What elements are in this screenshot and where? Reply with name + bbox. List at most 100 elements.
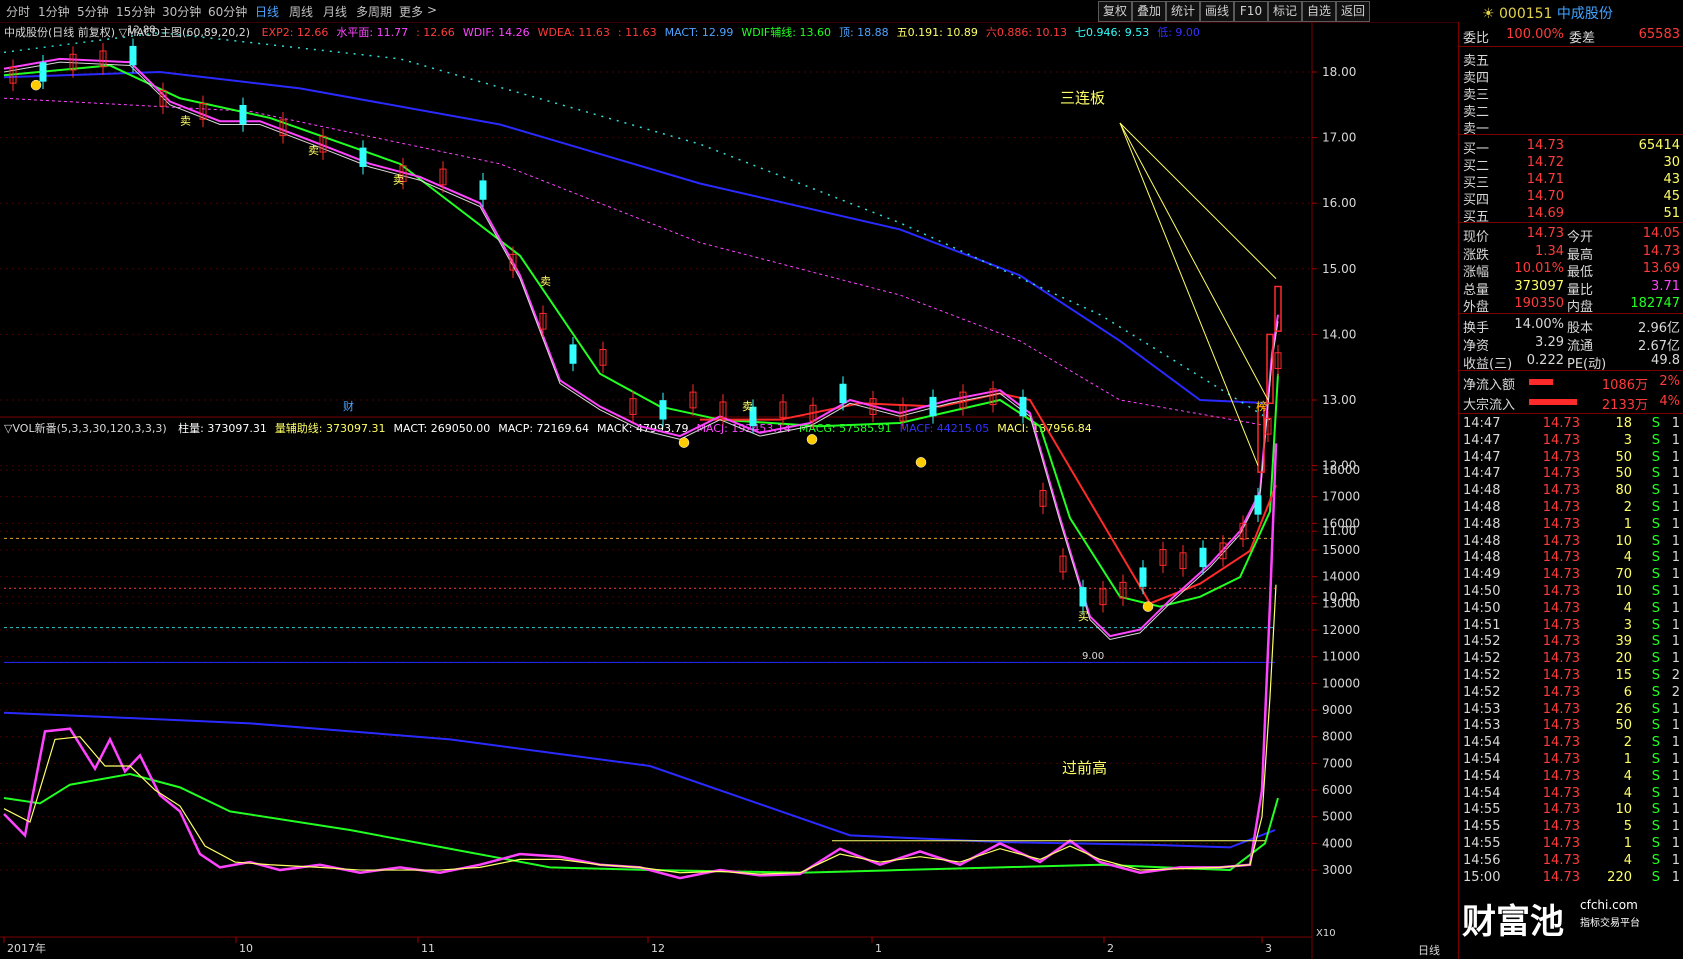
tick-time: 14:50 [1463, 584, 1501, 599]
tick-volume: 10 [1615, 802, 1632, 818]
tick-price: 14.73 [1542, 768, 1580, 784]
tick-count: 1 [1671, 634, 1680, 650]
tick-price: 14.73 [1542, 584, 1580, 599]
tick-count: 1 [1671, 819, 1680, 835]
tick-side: S [1651, 416, 1660, 431]
tick-volume: 10 [1615, 533, 1632, 549]
buy-coin-icon [30, 79, 42, 91]
tick-price: 14.73 [1542, 668, 1580, 683]
bid-price: 14.70 [1526, 189, 1564, 204]
stat-row: 涨跌 1.34 最高 14.73 [1459, 243, 1683, 263]
toolbar-button-4[interactable]: F10 [1234, 1, 1268, 22]
ma-magenta-dashed [3, 97, 1271, 427]
period-7[interactable]: 周线 [289, 3, 313, 20]
tick-time: 14:51 [1463, 617, 1501, 633]
bid-volume: 65414 [1638, 138, 1680, 153]
tick-side: S [1651, 869, 1660, 885]
vol-axis-label: 16000 [1322, 516, 1360, 530]
tick-side: S [1651, 567, 1660, 583]
flow-pct: 2% [1659, 374, 1680, 389]
tick-price: 14.73 [1542, 802, 1580, 818]
period-9[interactable]: 多周期 [356, 3, 392, 20]
tick-row: 14:53 14.73 50 S 1 [1459, 718, 1683, 736]
tick-price: 14.73 [1542, 600, 1580, 616]
fund-row: 换手 14.00% 股本 2.96亿 [1459, 316, 1683, 336]
tick-row: 14:55 14.73 10 S 1 [1459, 802, 1683, 820]
tick-side: S [1651, 684, 1660, 700]
vol-axis-label: 10000 [1322, 676, 1360, 690]
ma-blue-line [3, 70, 1271, 405]
buy-coin-icon [915, 457, 927, 468]
stat-value: 14.73 [1642, 243, 1680, 259]
bid-row[interactable]: 买五 14.69 51 [1459, 205, 1683, 225]
wdea-line [3, 61, 1279, 640]
chart-area[interactable]: 卖卖卖卖卖买12.889.00财榜 18.0017.0016.0015.0014… [0, 22, 1458, 959]
tick-volume: 39 [1615, 634, 1632, 650]
bid-row[interactable]: 买二 14.72 30 [1459, 154, 1683, 174]
period-5[interactable]: 60分钟 [208, 3, 247, 20]
tick-row: 14:48 14.73 2 S 1 [1459, 500, 1683, 518]
sell-marker: 卖 [180, 114, 191, 127]
toolbar-button-3[interactable]: 画线 [1200, 1, 1234, 22]
period-0[interactable]: 分时 [6, 3, 30, 20]
annotation-three-limit: 三连板 [1060, 89, 1106, 107]
tick-time: 14:48 [1463, 516, 1501, 532]
period-6[interactable]: 日线 [255, 3, 279, 20]
annotation-prev-high: 过前高 [1062, 759, 1108, 777]
toolbar-button-1[interactable]: 叠加 [1132, 1, 1166, 22]
tick-side: S [1651, 802, 1660, 818]
tick-row: 14:54 14.73 4 S 1 [1459, 769, 1683, 787]
divider [1459, 134, 1683, 135]
bid-row[interactable]: 买一 14.73 65414 [1459, 137, 1683, 157]
tick-row: 14:55 14.73 5 S 1 [1459, 819, 1683, 837]
period-toolbar: 分时 1分钟 5分钟 15分钟 30分钟 60分钟 日线 周线 月线 多周期 更多 > 复权 叠加 统计画… [0, 0, 1683, 23]
tick-row: 14:48 14.73 4 S 1 [1459, 550, 1683, 568]
tick-row: 14:52 14.73 15 S 2 [1459, 668, 1683, 686]
quote-panel: 委比 100.00% 委差 65583 卖五 卖四 卖三 卖二 卖一 买一 14.73 65414 买二… [1458, 22, 1683, 959]
bid-row[interactable]: 买四 14.70 45 [1459, 188, 1683, 208]
tick-row: 14:47 14.73 3 S 1 [1459, 433, 1683, 451]
flow-row: 大宗流入 2133万 4% [1459, 393, 1683, 413]
tick-row: 14:54 14.73 1 S 1 [1459, 752, 1683, 770]
toolbar-button-7[interactable]: 返回 [1336, 1, 1370, 22]
stat-value: 13.69 [1642, 261, 1680, 277]
tick-side: S [1651, 852, 1660, 868]
sell-marker: 卖 [540, 275, 551, 288]
tick-price: 14.73 [1542, 735, 1580, 751]
vol-axis-label: 9000 [1322, 703, 1353, 717]
flow-label: 净流入额 [1463, 378, 1516, 393]
sell-marker: 卖 [742, 400, 753, 413]
price-axis-label: 18.00 [1322, 65, 1356, 79]
tick-volume: 220 [1607, 869, 1632, 885]
period-1[interactable]: 1分钟 [38, 3, 70, 20]
buy-coin-icon [806, 434, 818, 445]
tick-side: S [1651, 533, 1660, 549]
tick-volume: 50 [1615, 449, 1632, 465]
tick-time: 14:53 [1463, 718, 1501, 734]
candle [659, 400, 667, 420]
low-label: 9.00 [1082, 651, 1104, 662]
period-3[interactable]: 15分钟 [116, 3, 155, 20]
toolbar-button-2[interactable]: 统计 [1166, 1, 1200, 22]
period-10[interactable]: 更多 [399, 3, 423, 20]
period-4[interactable]: 30分钟 [162, 3, 201, 20]
weibi-label: 委比 [1463, 31, 1490, 46]
x10-label: X10 [1316, 928, 1336, 939]
flow-value: 1086万 [1601, 378, 1648, 393]
period-8[interactable]: 月线 [323, 3, 347, 20]
toolbar-button-0[interactable]: 复权 [1098, 1, 1132, 22]
period-2[interactable]: 5分钟 [77, 3, 109, 20]
tick-row: 14:54 14.73 2 S 1 [1459, 735, 1683, 753]
tick-row: 14:54 14.73 4 S 1 [1459, 786, 1683, 804]
more-arrow-icon[interactable]: > [427, 3, 437, 17]
fund-value: 14.00% [1514, 317, 1564, 332]
toolbar-button-6[interactable]: 自选 [1302, 1, 1336, 22]
bid-price: 14.72 [1526, 155, 1564, 170]
bid-row[interactable]: 买三 14.71 43 [1459, 171, 1683, 191]
tick-price: 14.73 [1542, 819, 1580, 835]
toolbar-button-5[interactable]: 标记 [1268, 1, 1302, 22]
tick-price: 14.73 [1542, 416, 1580, 431]
tick-row: 14:49 14.73 70 S 1 [1459, 567, 1683, 585]
tick-count: 1 [1671, 718, 1680, 734]
tick-volume: 1 [1623, 516, 1632, 532]
